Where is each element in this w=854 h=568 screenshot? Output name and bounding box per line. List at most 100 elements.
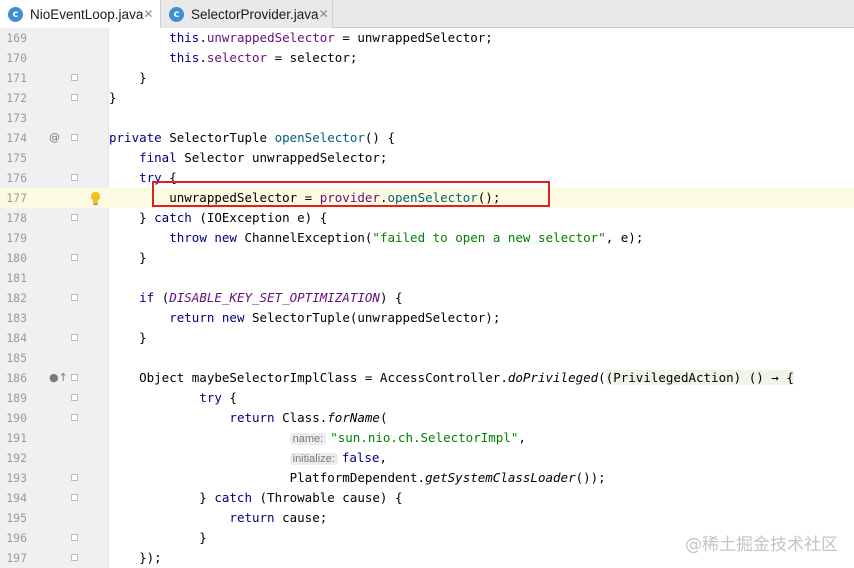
code-token: { [229,390,237,405]
fold-toggle-icon[interactable] [71,294,78,301]
code-token: unwrappedSelector [206,30,335,45]
code-line[interactable]: 191 name: "sun.nio.ch.SelectorImpl", [0,428,854,448]
code-token: return [229,410,283,425]
code-token: this [169,30,200,45]
code-line[interactable]: 194 } catch (Throwable cause) { [0,488,854,508]
line-number: 191 [6,431,27,445]
code-line[interactable]: 183 return new SelectorTuple(unwrappedSe… [0,308,854,328]
code-token: catch [154,210,200,225]
code-line[interactable]: 173 [0,108,854,128]
code-token: return new [169,310,253,325]
fold-toggle-icon[interactable] [71,374,78,381]
fold-toggle-icon[interactable] [71,134,78,141]
code-token: ChannelException( [244,230,373,245]
code-text: Object maybeSelectorImplClass = AccessCo… [109,368,794,388]
code-line[interactable]: 180 } [0,248,854,268]
code-token: } [109,250,147,265]
line-number: 193 [6,471,27,485]
code-text: return cause; [109,508,327,528]
code-token: DISABLE_KEY_SET_OPTIMIZATION [169,290,380,305]
fold-toggle-icon[interactable] [71,254,78,261]
code-text: if (DISABLE_KEY_SET_OPTIMIZATION) { [109,288,402,308]
code-text: try { [109,388,237,408]
code-line[interactable]: 178 } catch (IOException e) { [0,208,854,228]
code-line[interactable]: 185 [0,348,854,368]
code-token: (Throwable cause) { [259,490,403,505]
code-line[interactable]: 190 return Class.forName( [0,408,854,428]
close-tab-icon[interactable]: ✕ [143,7,153,21]
fold-toggle-icon[interactable] [71,534,78,541]
implements-marker-icon[interactable]: ●↑ [49,368,68,388]
fold-toggle-icon[interactable] [71,174,78,181]
code-text: private SelectorTuple openSelector() { [109,128,395,148]
line-number: 183 [6,311,27,325]
code-line[interactable]: 174 @ private SelectorTuple openSelector()… [0,128,854,148]
code-token: Class. [282,410,328,425]
code-token: } [109,490,215,505]
line-number: 190 [6,411,27,425]
close-tab-icon[interactable]: ✕ [319,7,329,21]
line-number: 194 [6,491,27,505]
code-token: ()); [575,470,606,485]
code-token: cause; [282,510,328,525]
code-line[interactable]: 186 ●↑ Object maybeSelectorImplClass = Ac… [0,368,854,388]
code-line[interactable]: 182 if (DISABLE_KEY_SET_OPTIMIZATION) { [0,288,854,308]
code-text: } catch (Throwable cause) { [109,488,403,508]
code-token: openSelector [274,130,365,145]
line-number: 180 [6,251,27,265]
code-token: ( [379,410,388,425]
fold-toggle-icon[interactable] [71,474,78,481]
tab-nioeventloop[interactable]: c NioEventLoop.java ✕ [0,0,161,28]
code-token: } [109,330,147,345]
code-line[interactable]: 170 this.selector = selector; [0,48,854,68]
fold-toggle-icon[interactable] [71,94,78,101]
code-line[interactable]: 171 } [0,68,854,88]
code-line[interactable]: 195 return cause; [0,508,854,528]
fold-toggle-icon[interactable] [71,554,78,561]
tab-selectorprovider[interactable]: c SelectorProvider.java ✕ [161,0,333,28]
code-line[interactable]: 175 final Selector unwrappedSelector; [0,148,854,168]
code-token: , e); [605,230,644,245]
java-class-file-icon: c [169,6,184,22]
code-line[interactable]: 192 initialize: false, [0,448,854,468]
fold-toggle-icon[interactable] [71,394,78,401]
fold-toggle-icon[interactable] [71,414,78,421]
watermark: @稀土掘金技术社区 [685,535,838,555]
code-editor[interactable]: 169 this.unwrappedSelector = unwrappedSe… [0,28,854,568]
parameter-hint: name: [289,433,327,445]
code-text: return Class.forName( [109,408,387,428]
fold-toggle-icon[interactable] [71,74,78,81]
fold-toggle-icon[interactable] [71,214,78,221]
line-number: 176 [6,171,27,185]
code-token: getSystemClassLoader [425,470,576,485]
line-number: 178 [6,211,27,225]
code-token: PlatformDependent. [109,470,426,485]
code-line[interactable]: 181 [0,268,854,288]
code-line[interactable]: 172} [0,88,854,108]
line-number: 173 [6,111,27,125]
editor-tab-bar: c NioEventLoop.java ✕ c SelectorProvider… [0,0,854,28]
fold-toggle-icon[interactable] [71,334,78,341]
annotation-marker-icon[interactable]: @ [49,128,60,148]
lightbulb-intention-icon[interactable] [89,191,102,206]
code-line[interactable]: 189 try { [0,388,854,408]
code-line[interactable]: 169 this.unwrappedSelector = unwrappedSe… [0,28,854,48]
code-line[interactable]: 179 throw new ChannelException("failed t… [0,228,854,248]
fold-toggle-icon[interactable] [71,494,78,501]
code-line[interactable]: 193 PlatformDependent.getSystemClassLoad… [0,468,854,488]
line-number: 175 [6,151,27,165]
code-line[interactable]: 184 } [0,328,854,348]
code-token: try [199,390,230,405]
code-token: return [229,510,283,525]
code-token: } [109,530,207,545]
code-token: } [109,90,117,105]
code-token: , [379,450,387,465]
